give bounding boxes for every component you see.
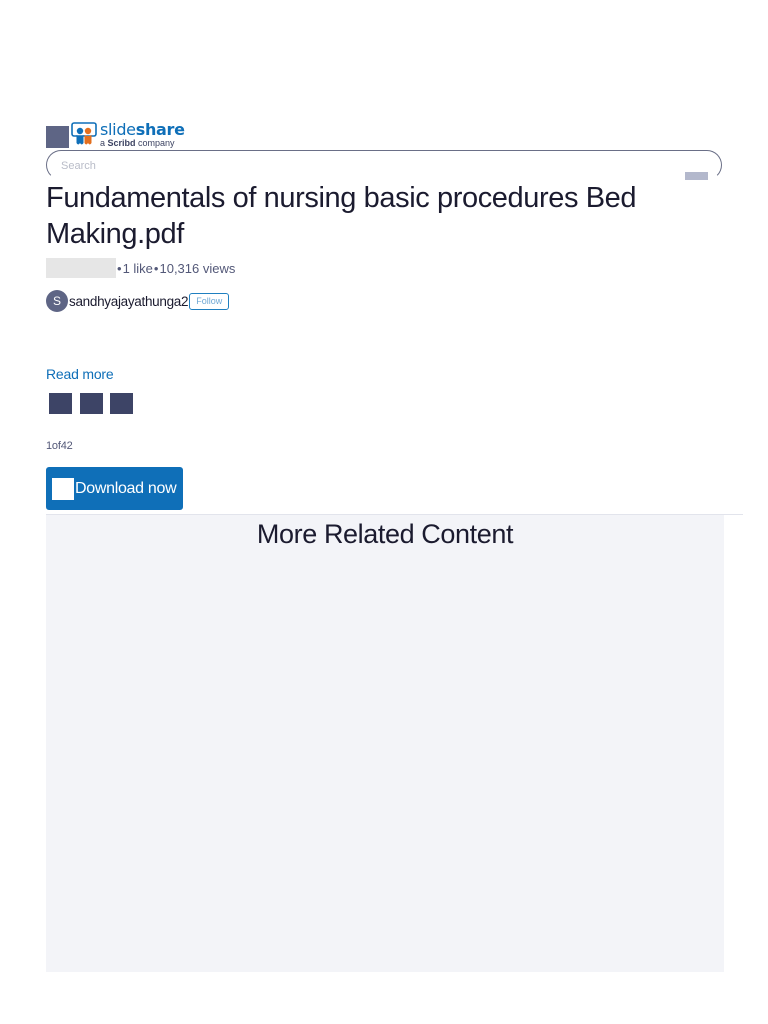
download-button[interactable]: Download now	[46, 467, 183, 510]
document-title: Fundamentals of nursing basic procedures…	[46, 182, 637, 250]
author-name[interactable]: sandhyajayathunga2	[69, 294, 189, 309]
share-button-3[interactable]	[110, 393, 133, 414]
related-content-section: More Related Content	[46, 515, 724, 972]
slideshare-logo[interactable]: slideshare a Scribd company	[71, 122, 185, 150]
download-label: Download now	[75, 479, 177, 497]
share-button-1[interactable]	[49, 393, 72, 414]
author-row: S sandhyajayathunga2 Follow	[46, 290, 230, 312]
views-count: 10,316 views	[159, 260, 236, 276]
search-bar	[46, 150, 722, 180]
page-counter: 1of42	[46, 440, 73, 452]
download-icon	[52, 477, 74, 500]
slideshare-logo-icon	[71, 122, 97, 150]
related-content-title: More Related Content	[256, 519, 514, 549]
avatar[interactable]: S	[46, 290, 68, 312]
share-button-2[interactable]	[80, 393, 103, 414]
stats-separator: •	[153, 260, 159, 276]
logo-wordmark: slideshare	[100, 120, 185, 139]
stats-placeholder	[46, 258, 116, 278]
menu-button[interactable]	[46, 126, 69, 148]
stats-separator: •	[117, 260, 122, 276]
likes-count: 1 like	[122, 260, 153, 276]
search-input[interactable]	[61, 160, 621, 172]
search-button[interactable]	[685, 172, 708, 180]
read-more-link[interactable]: Read more	[46, 366, 114, 382]
follow-button[interactable]: Follow	[189, 292, 230, 310]
document-stats: • 1 like • 10,316 views	[46, 258, 235, 278]
logo-tagline: a Scribd company	[100, 138, 175, 148]
